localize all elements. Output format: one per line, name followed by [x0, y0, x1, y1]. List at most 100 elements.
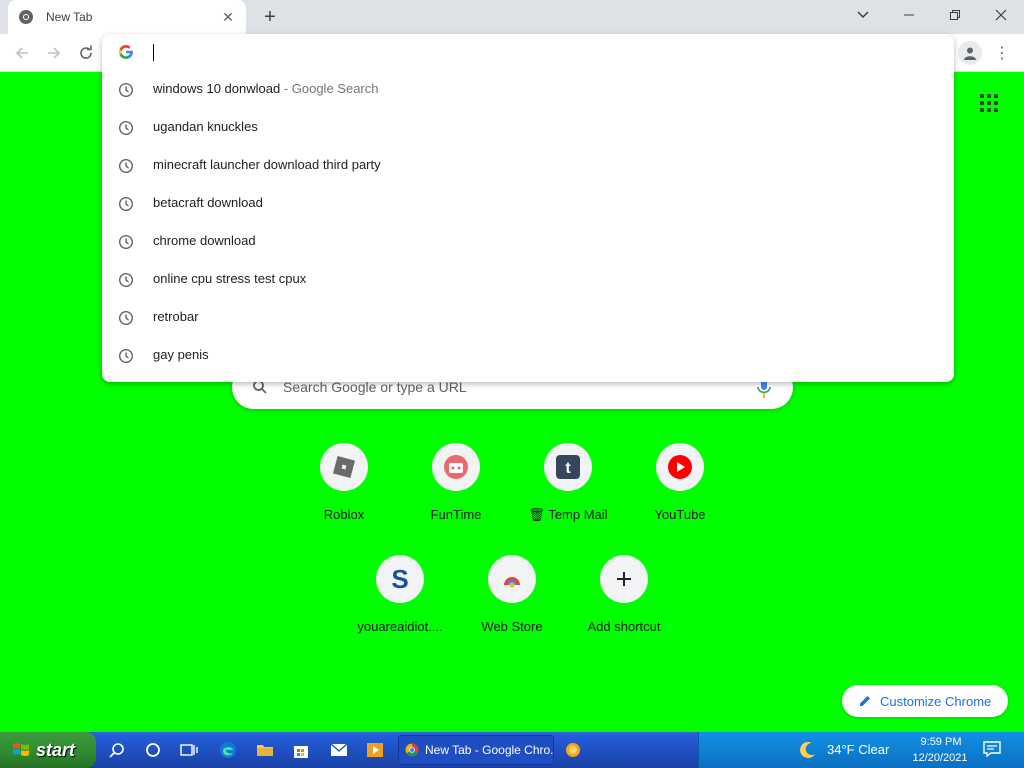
apps-grid-icon[interactable] [980, 94, 1000, 114]
omnibox-suggestion[interactable]: online cpu stress test cpux [102, 260, 954, 298]
s-icon: S [376, 555, 424, 603]
omnibox-suggestion[interactable]: chrome download [102, 222, 954, 260]
suggestion-text: ugandan knuckles [153, 119, 258, 134]
chrome-icon [19, 10, 33, 24]
app-orb-icon[interactable] [563, 740, 583, 760]
shortcut-label: Add shortcut [587, 619, 661, 634]
suggestion-text: windows 10 donwload - Google Search [153, 81, 379, 96]
text-caret [153, 44, 154, 61]
weather-text[interactable]: 34°F Clear [827, 742, 889, 757]
suggestion-text: gay penis [153, 347, 209, 362]
trash-icon: 🗑 [528, 507, 545, 522]
tab-title: New Tab [46, 10, 93, 24]
start-label: start [36, 739, 76, 760]
restore-icon [950, 10, 960, 20]
omnibox-suggestion[interactable]: ugandan knuckles [102, 108, 954, 146]
mail-icon[interactable] [329, 740, 349, 760]
new-tab-button[interactable]: + [258, 5, 282, 29]
tempmail-icon: t [544, 443, 592, 491]
svg-text:S: S [391, 565, 408, 593]
shortcut-funtime[interactable]: FunTime [400, 443, 512, 543]
chrome-icon [405, 743, 419, 757]
shortcut-youareaidiot[interactable]: S youareaidiot.... [344, 555, 456, 655]
webstore-icon [488, 555, 536, 603]
youtube-icon [656, 443, 704, 491]
taskbar-chrome-window[interactable]: New Tab - Google Chro... [398, 735, 554, 765]
omnibox-suggestion[interactable]: gay penis [102, 336, 954, 374]
file-explorer-icon[interactable] [255, 740, 275, 760]
roblox-icon [320, 443, 368, 491]
history-clock-icon [118, 272, 134, 288]
history-clock-icon [118, 158, 134, 174]
history-clock-icon [118, 234, 134, 250]
forward-button[interactable] [41, 40, 67, 66]
reload-button[interactable] [73, 40, 99, 66]
restore-button[interactable] [932, 0, 978, 30]
back-button[interactable] [9, 40, 35, 66]
chevron-down-icon [857, 11, 869, 19]
suggestion-text: minecraft launcher download third party [153, 157, 381, 172]
shortcut-label: Web Store [481, 619, 543, 634]
history-clock-icon [118, 196, 134, 212]
media-player-icon[interactable] [365, 740, 385, 760]
history-clock-icon [118, 310, 134, 326]
back-arrow-icon [15, 47, 28, 59]
shortcut-label: Roblox [323, 507, 365, 522]
moon-icon [800, 741, 815, 758]
avatar-icon [964, 47, 976, 60]
task-view-icon[interactable] [179, 740, 199, 760]
customize-chrome-button[interactable]: Customize Chrome [842, 685, 1008, 717]
profile-button[interactable] [958, 41, 982, 65]
shortcut-youtube[interactable]: YouTube [624, 443, 736, 543]
tab-new-tab[interactable]: New Tab ✕ [8, 0, 246, 34]
suggestion-text: betacraft download [153, 195, 263, 210]
chrome-menu-button[interactable]: ⋮ [992, 42, 1012, 64]
history-clock-icon [118, 82, 134, 98]
shortcut-web-store[interactable]: Web Store [456, 555, 568, 655]
shortcut-add[interactable]: Add shortcut [568, 555, 680, 655]
tab-close-icon[interactable]: ✕ [220, 9, 236, 25]
cortana-icon[interactable] [143, 740, 163, 760]
system-tray: 34°F Clear 9:59 PM 12/20/2021 [698, 732, 1024, 768]
windows-flag-icon [13, 743, 29, 756]
omnibox[interactable] [102, 34, 954, 70]
tab-strip: New Tab ✕ + [0, 0, 1024, 34]
omnibox-suggestion[interactable]: minecraft launcher download third party [102, 146, 954, 184]
history-clock-icon [118, 120, 134, 136]
notification-center-icon[interactable] [983, 741, 1001, 757]
clock-date[interactable]: 12/20/2021 [907, 752, 973, 764]
omnibox-suggestion[interactable]: windows 10 donwload - Google Search [102, 70, 954, 108]
suggestion-text: chrome download [153, 233, 256, 248]
close-button[interactable] [978, 0, 1024, 30]
shortcut-label: YouTube [654, 507, 706, 522]
shortcut-label: youareaidiot.... [357, 619, 443, 634]
shortcut-label: FunTime [430, 507, 482, 522]
tab-search-button[interactable] [840, 0, 886, 30]
suggestion-text: retrobar [153, 309, 199, 324]
shortcut-temp-mail[interactable]: t 🗑 Temp Mail [512, 443, 624, 543]
shortcut-label: 🗑 Temp Mail [528, 507, 608, 522]
omnibox-input[interactable] [152, 40, 912, 64]
funtime-icon [432, 443, 480, 491]
taskbar-window-title: New Tab - Google Chro... [425, 743, 554, 757]
shortcut-roblox[interactable]: Roblox [288, 443, 400, 543]
minimize-icon [904, 14, 914, 16]
store-icon[interactable] [291, 740, 311, 760]
start-button[interactable]: start [0, 732, 96, 768]
suggestion-text: online cpu stress test cpux [153, 271, 307, 286]
reload-icon [80, 45, 92, 59]
edge-icon[interactable] [218, 740, 238, 760]
plus-icon [600, 555, 648, 603]
omnibox-suggestion[interactable]: betacraft download [102, 184, 954, 222]
close-icon [995, 9, 1007, 21]
google-g-icon [119, 45, 133, 59]
pencil-icon [860, 696, 870, 706]
customize-chrome-label: Customize Chrome [880, 693, 992, 709]
omnibox-suggestion[interactable]: retrobar [102, 298, 954, 336]
clock-time[interactable]: 9:59 PM [911, 736, 971, 748]
svg-text:t: t [565, 460, 571, 477]
search-icon[interactable] [107, 740, 127, 760]
taskbar: start New Tab - Google Chro... 34°F Clea… [0, 732, 1024, 768]
minimize-button[interactable] [886, 0, 932, 30]
history-clock-icon [118, 348, 134, 364]
